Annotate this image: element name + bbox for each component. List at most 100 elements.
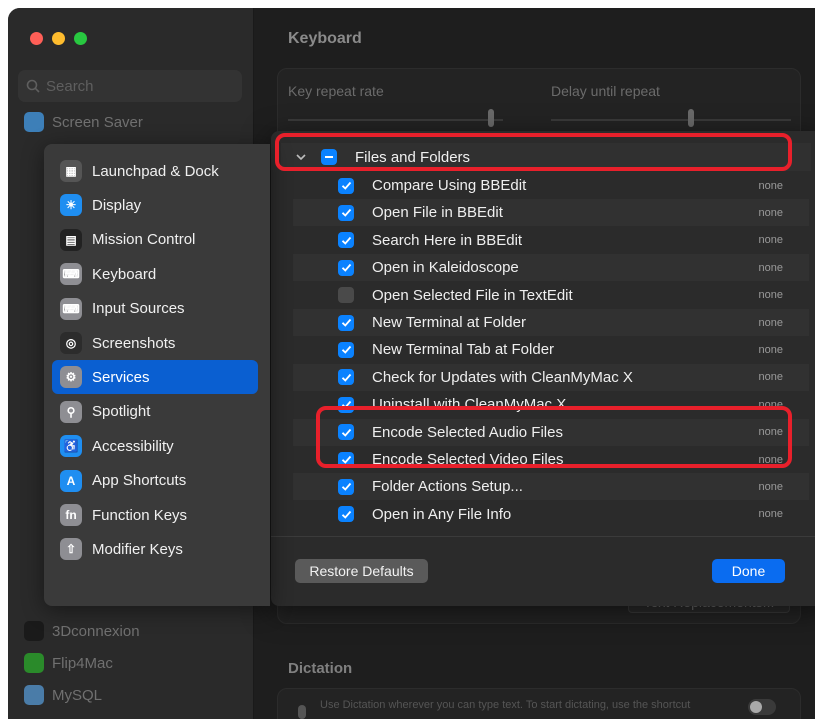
dictation-toggle[interactable] [748, 699, 776, 715]
sidebar-item[interactable]: Flip4Mac [24, 649, 113, 677]
search-placeholder: Search [46, 77, 94, 95]
category-item[interactable]: ☀ Display [52, 188, 258, 222]
dictation-panel: Use Dictation wherever you can type text… [277, 688, 801, 719]
key-repeat-slider-thumb[interactable] [488, 109, 494, 127]
service-shortcut[interactable]: none [759, 207, 783, 219]
close-window-button[interactable] [30, 32, 43, 45]
service-label: Open in Kaleidoscope [372, 259, 519, 277]
service-shortcut[interactable]: none [759, 371, 783, 383]
category-item[interactable]: fn Function Keys [52, 498, 258, 532]
service-shortcut[interactable]: none [759, 344, 783, 356]
key-repeat-slider[interactable] [288, 119, 503, 121]
service-checkbox[interactable] [338, 341, 354, 358]
sidebar-item[interactable]: Screen Saver [24, 108, 143, 136]
service-shortcut[interactable]: none [759, 508, 783, 520]
restore-defaults-button[interactable]: Restore Defaults [295, 559, 428, 583]
checkmark-icon [341, 209, 351, 218]
page-title: Keyboard [288, 30, 362, 47]
service-checkbox[interactable] [338, 259, 354, 276]
category-item[interactable]: ♿ Accessibility [52, 429, 258, 463]
service-checkbox[interactable] [338, 478, 354, 495]
checkmark-icon [341, 510, 351, 519]
done-button[interactable]: Done [712, 559, 785, 583]
input-sources-icon: ⌨ [60, 297, 82, 320]
service-label: Open Selected File in TextEdit [372, 286, 573, 304]
keyboard-shortcuts-sheet: Files and Folders Compare Using BBEdit no… [271, 131, 815, 606]
checkmark-icon [341, 346, 351, 355]
category-item[interactable]: ⌨ Keyboard [52, 257, 258, 291]
category-item[interactable]: ⚲ Spotlight [52, 395, 258, 429]
sidebar-item-label: 3Dconnexion [52, 622, 140, 640]
checkmark-icon [341, 318, 351, 327]
category-item[interactable]: ▦ Launchpad & Dock [52, 154, 258, 188]
service-row[interactable]: Compare Using BBEdit none [293, 172, 809, 199]
service-shortcut[interactable]: none [759, 180, 783, 192]
sidebar-item-label: Screen Saver [52, 113, 143, 131]
category-item[interactable]: ⌨ Input Sources [52, 292, 258, 326]
search-input[interactable]: Search [18, 70, 242, 102]
service-label: Search Here in BBEdit [372, 231, 523, 249]
screen-saver-icon [24, 112, 44, 132]
category-label: Launchpad & Dock [92, 162, 219, 180]
spotlight-icon: ⚲ [60, 400, 82, 423]
service-checkbox[interactable] [338, 287, 354, 304]
key-repeat-label: Key repeat rate [288, 83, 384, 99]
zoom-window-button[interactable] [74, 32, 87, 45]
category-item[interactable]: ⇧ Modifier Keys [52, 532, 258, 566]
sidebar-item-label: MySQL [52, 686, 103, 704]
category-item[interactable]: ◎ Screenshots [52, 326, 258, 360]
category-label: Screenshots [92, 334, 176, 352]
sidebar-item[interactable]: 3Dconnexion [24, 617, 140, 645]
delay-slider[interactable] [551, 119, 791, 121]
category-label: App Shortcuts [92, 472, 187, 490]
service-checkbox[interactable] [338, 232, 354, 249]
service-label: New Terminal at Folder [372, 314, 526, 331]
service-row[interactable]: Folder Actions Setup... none [293, 473, 809, 501]
minimize-window-button[interactable] [52, 32, 65, 45]
dictation-description: Use Dictation wherever you can type text… [320, 699, 691, 711]
service-row[interactable]: Check for Updates with CleanMyMac X none [293, 363, 809, 391]
sidebar-item[interactable]: MySQL [24, 681, 102, 709]
mysql-icon [24, 685, 44, 705]
highlight-encode-rows [316, 406, 792, 468]
service-label: Open in Any File Info [372, 505, 512, 523]
service-label: New Terminal Tab at Folder [372, 341, 555, 359]
service-row[interactable]: Open Selected File in TextEdit none [293, 282, 809, 309]
sheet-divider [271, 536, 815, 537]
service-row[interactable]: Search Here in BBEdit none [293, 227, 809, 254]
delay-slider-thumb[interactable] [688, 109, 694, 127]
launchpad-icon: ▦ [60, 160, 82, 182]
category-item[interactable]: A App Shortcuts [52, 464, 258, 498]
service-label: Check for Updates with CleanMyMac X [372, 368, 633, 386]
service-shortcut[interactable]: none [759, 289, 783, 301]
service-checkbox[interactable] [338, 177, 354, 194]
search-icon [26, 79, 40, 93]
service-checkbox[interactable] [338, 204, 354, 221]
category-item[interactable]: ⚙ Services [52, 360, 258, 395]
service-label: Open File in BBEdit [372, 204, 503, 222]
service-checkbox[interactable] [338, 369, 354, 386]
service-row[interactable]: New Terminal Tab at Folder none [293, 336, 809, 363]
services-icon: ⚙ [60, 366, 82, 389]
service-row[interactable]: Open File in BBEdit none [293, 199, 809, 227]
sidebar-item-label: Flip4Mac [52, 654, 113, 672]
mission-control-icon: ▤ [60, 228, 82, 251]
category-item[interactable]: ▤ Mission Control [52, 223, 258, 257]
3dconnexion-icon [24, 621, 44, 641]
category-label: Modifier Keys [92, 540, 183, 558]
service-checkbox[interactable] [338, 506, 354, 523]
service-shortcut[interactable]: none [759, 234, 783, 246]
category-label: Keyboard [92, 265, 157, 283]
service-row[interactable]: Open in Any File Info none [293, 501, 809, 528]
service-shortcut[interactable]: none [759, 262, 783, 274]
service-shortcut[interactable]: none [759, 481, 783, 493]
window-controls [30, 32, 87, 45]
checkmark-icon [341, 483, 351, 492]
keyboard-icon: ⌨ [60, 263, 82, 286]
service-row[interactable]: Open in Kaleidoscope none [293, 254, 809, 282]
service-shortcut[interactable]: none [759, 317, 783, 329]
service-row[interactable]: New Terminal at Folder none [293, 309, 809, 336]
services-list: Compare Using BBEdit none Open File in BBE… [293, 172, 809, 535]
service-checkbox[interactable] [338, 314, 354, 331]
checkmark-icon [341, 236, 351, 245]
